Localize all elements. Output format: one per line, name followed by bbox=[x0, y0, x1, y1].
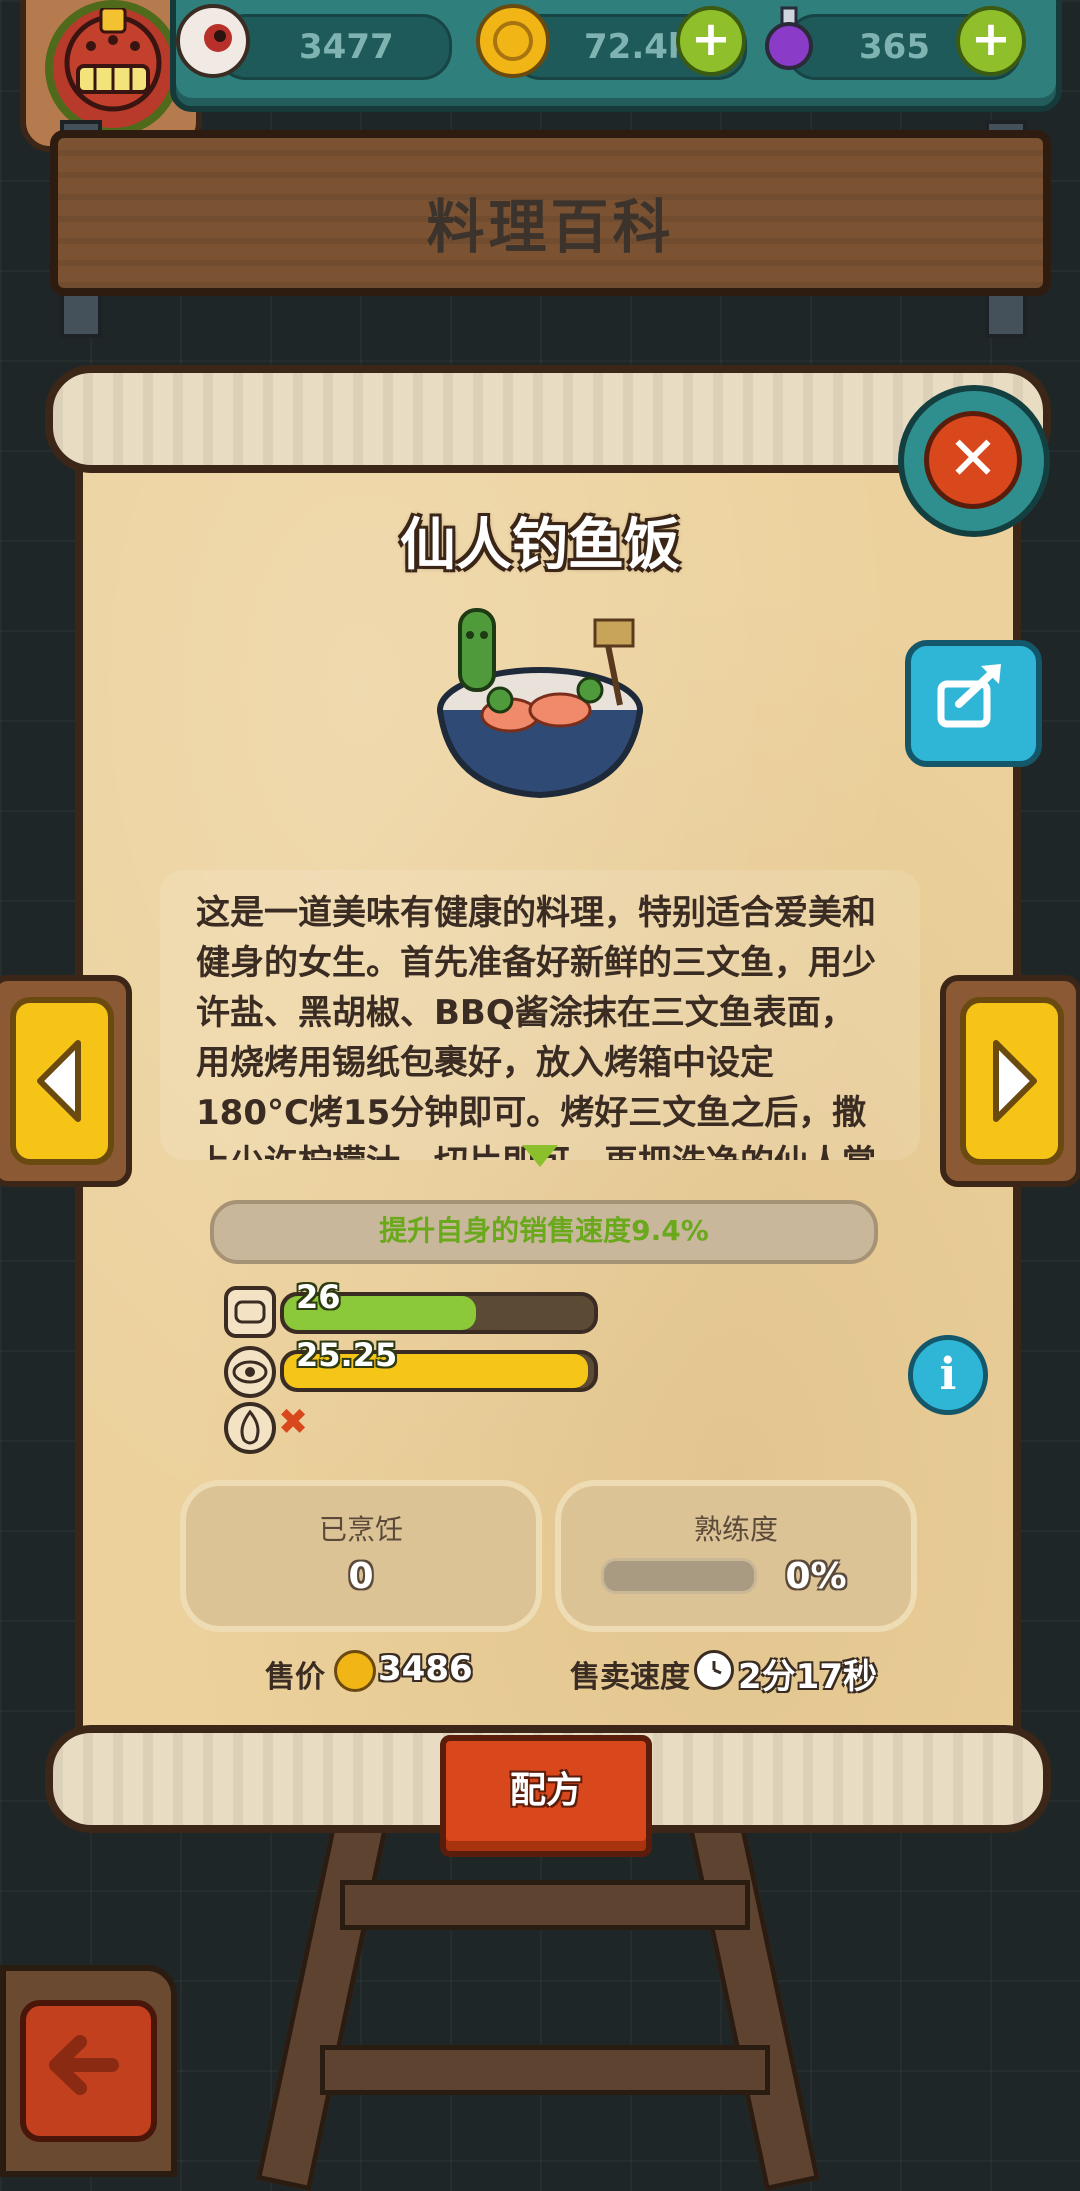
proficiency-label: 熟练度 bbox=[693, 1513, 778, 1546]
clock-icon bbox=[694, 1650, 734, 1690]
monster-avatar-icon bbox=[64, 6, 162, 112]
close-button[interactable]: ✕ bbox=[898, 385, 1050, 537]
proficiency-panel: 熟练度 0% bbox=[555, 1480, 917, 1632]
dish-bowl-icon bbox=[437, 608, 643, 799]
easel-rung bbox=[340, 1880, 750, 1930]
description-box[interactable]: 这是一道美味有健康的料理，特别适合爱美和健身的女生。首先准备好新鲜的三文鱼，用少… bbox=[160, 870, 920, 1160]
fire-status-icon: ✖ bbox=[278, 1402, 309, 1443]
scroll-down-indicator-icon bbox=[522, 1145, 558, 1167]
price-value: 3486 bbox=[378, 1649, 473, 1689]
potion-icon bbox=[756, 4, 822, 70]
coin-count: 72.4k bbox=[584, 27, 691, 67]
cooked-value: 0 bbox=[348, 1556, 374, 1597]
eyeball-count: 3477 bbox=[299, 27, 394, 67]
share-icon bbox=[937, 664, 1001, 728]
cooked-panel: 已烹饪 0 bbox=[180, 1480, 542, 1632]
yellow-stat-value: 25.25 bbox=[296, 1336, 398, 1374]
dish-description: 这是一道美味有健康的料理，特别适合爱美和健身的女生。首先准备好新鲜的三文鱼，用少… bbox=[196, 893, 876, 1160]
green-stat-value: 26 bbox=[296, 1278, 341, 1316]
back-button[interactable] bbox=[20, 2000, 157, 2142]
proficiency-value: 0% bbox=[785, 1556, 847, 1597]
fire-icon bbox=[224, 1402, 276, 1454]
next-dish-button[interactable] bbox=[960, 997, 1064, 1165]
add-coins-button[interactable]: + bbox=[676, 6, 746, 76]
resource-bar: 3477 72.4k + 365 + bbox=[170, 0, 1062, 112]
add-potion-button[interactable]: + bbox=[956, 6, 1026, 76]
easel-rung bbox=[320, 2045, 770, 2095]
arrow-right-icon bbox=[993, 1040, 1037, 1122]
dish-image bbox=[430, 590, 650, 810]
sell-speed-value: 2分17秒 bbox=[738, 1657, 877, 1697]
avatar[interactable] bbox=[45, 0, 181, 136]
page-title: 料理百科 bbox=[426, 193, 675, 261]
eyeball-icon bbox=[176, 4, 250, 78]
price-label: 售价 bbox=[265, 1660, 325, 1695]
share-button[interactable] bbox=[905, 640, 1042, 767]
prev-dish-button[interactable] bbox=[10, 997, 114, 1165]
info-button[interactable]: i bbox=[908, 1335, 988, 1415]
info-icon: i bbox=[939, 1349, 957, 1400]
stomach-icon bbox=[224, 1286, 276, 1338]
sell-speed-label: 售卖速度 bbox=[570, 1660, 690, 1695]
next-dish-frame bbox=[940, 975, 1080, 1187]
arrow-left-icon bbox=[37, 1040, 81, 1122]
close-icon: ✕ bbox=[924, 411, 1022, 509]
bonus-banner: 提升自身的销售速度9.4% bbox=[210, 1200, 878, 1264]
recipe-button[interactable]: 配方 bbox=[440, 1735, 652, 1857]
potion-count: 365 bbox=[859, 27, 930, 67]
eyeball-resource: 3477 bbox=[216, 14, 452, 80]
proficiency-bar bbox=[601, 1558, 757, 1594]
coin-icon bbox=[334, 1650, 376, 1692]
back-arrow-icon bbox=[49, 2035, 119, 2095]
recipe-label: 配方 bbox=[509, 1770, 582, 1811]
bonus-text: 提升自身的销售速度9.4% bbox=[379, 1214, 709, 1247]
coin-icon bbox=[476, 4, 550, 78]
dish-name: 仙人钓鱼饭 bbox=[400, 513, 680, 578]
eye-icon bbox=[224, 1346, 276, 1398]
cooked-label: 已烹饪 bbox=[318, 1513, 403, 1546]
prev-dish-frame bbox=[0, 975, 132, 1187]
title-sign: 料理百科 bbox=[50, 130, 1051, 296]
